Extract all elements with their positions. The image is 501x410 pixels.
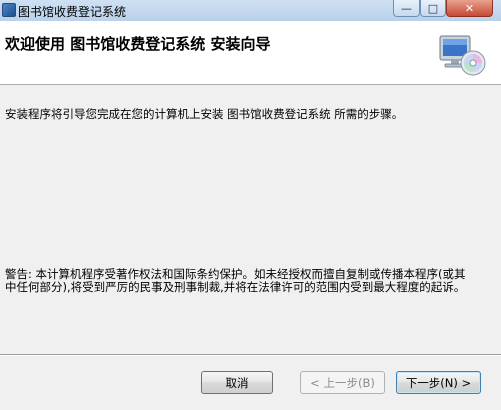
minimize-icon: — xyxy=(401,1,412,15)
window-title: 图书馆收费登记系统 xyxy=(18,5,127,19)
close-icon: ✕ xyxy=(464,1,475,15)
wizard-header: 欢迎使用 图书馆收费登记系统 安装向导 xyxy=(0,21,501,85)
footer-divider xyxy=(0,354,501,356)
intro-text: 安装程序将引导您完成在您的计算机上安装 图书馆收费登记系统 所需的步骤。 xyxy=(5,107,404,121)
maximize-button[interactable]: □ xyxy=(420,0,446,17)
title-bar: 图书馆收费登记系统 — □ ✕ xyxy=(0,0,501,22)
wizard-footer: 取消 < 上一步(B) 下一步(N) > xyxy=(0,354,501,410)
wizard-content: 安装程序将引导您完成在您的计算机上安装 图书馆收费登记系统 所需的步骤。 警告:… xyxy=(0,85,501,354)
computer-cd-icon xyxy=(439,35,486,76)
next-button[interactable]: 下一步(N) > xyxy=(396,371,481,394)
copyright-warning: 警告: 本计算机程序受著作权法和国际条约保护。如未经授权而擅自复制或传播本程序(… xyxy=(5,267,466,294)
close-button[interactable]: ✕ xyxy=(446,0,493,17)
back-button[interactable]: < 上一步(B) xyxy=(300,371,385,394)
minimize-button[interactable]: — xyxy=(393,0,420,17)
maximize-icon: □ xyxy=(427,1,439,15)
app-icon xyxy=(2,3,16,17)
wizard-title: 欢迎使用 图书馆收费登记系统 安装向导 xyxy=(5,35,271,53)
cancel-button[interactable]: 取消 xyxy=(201,371,273,394)
